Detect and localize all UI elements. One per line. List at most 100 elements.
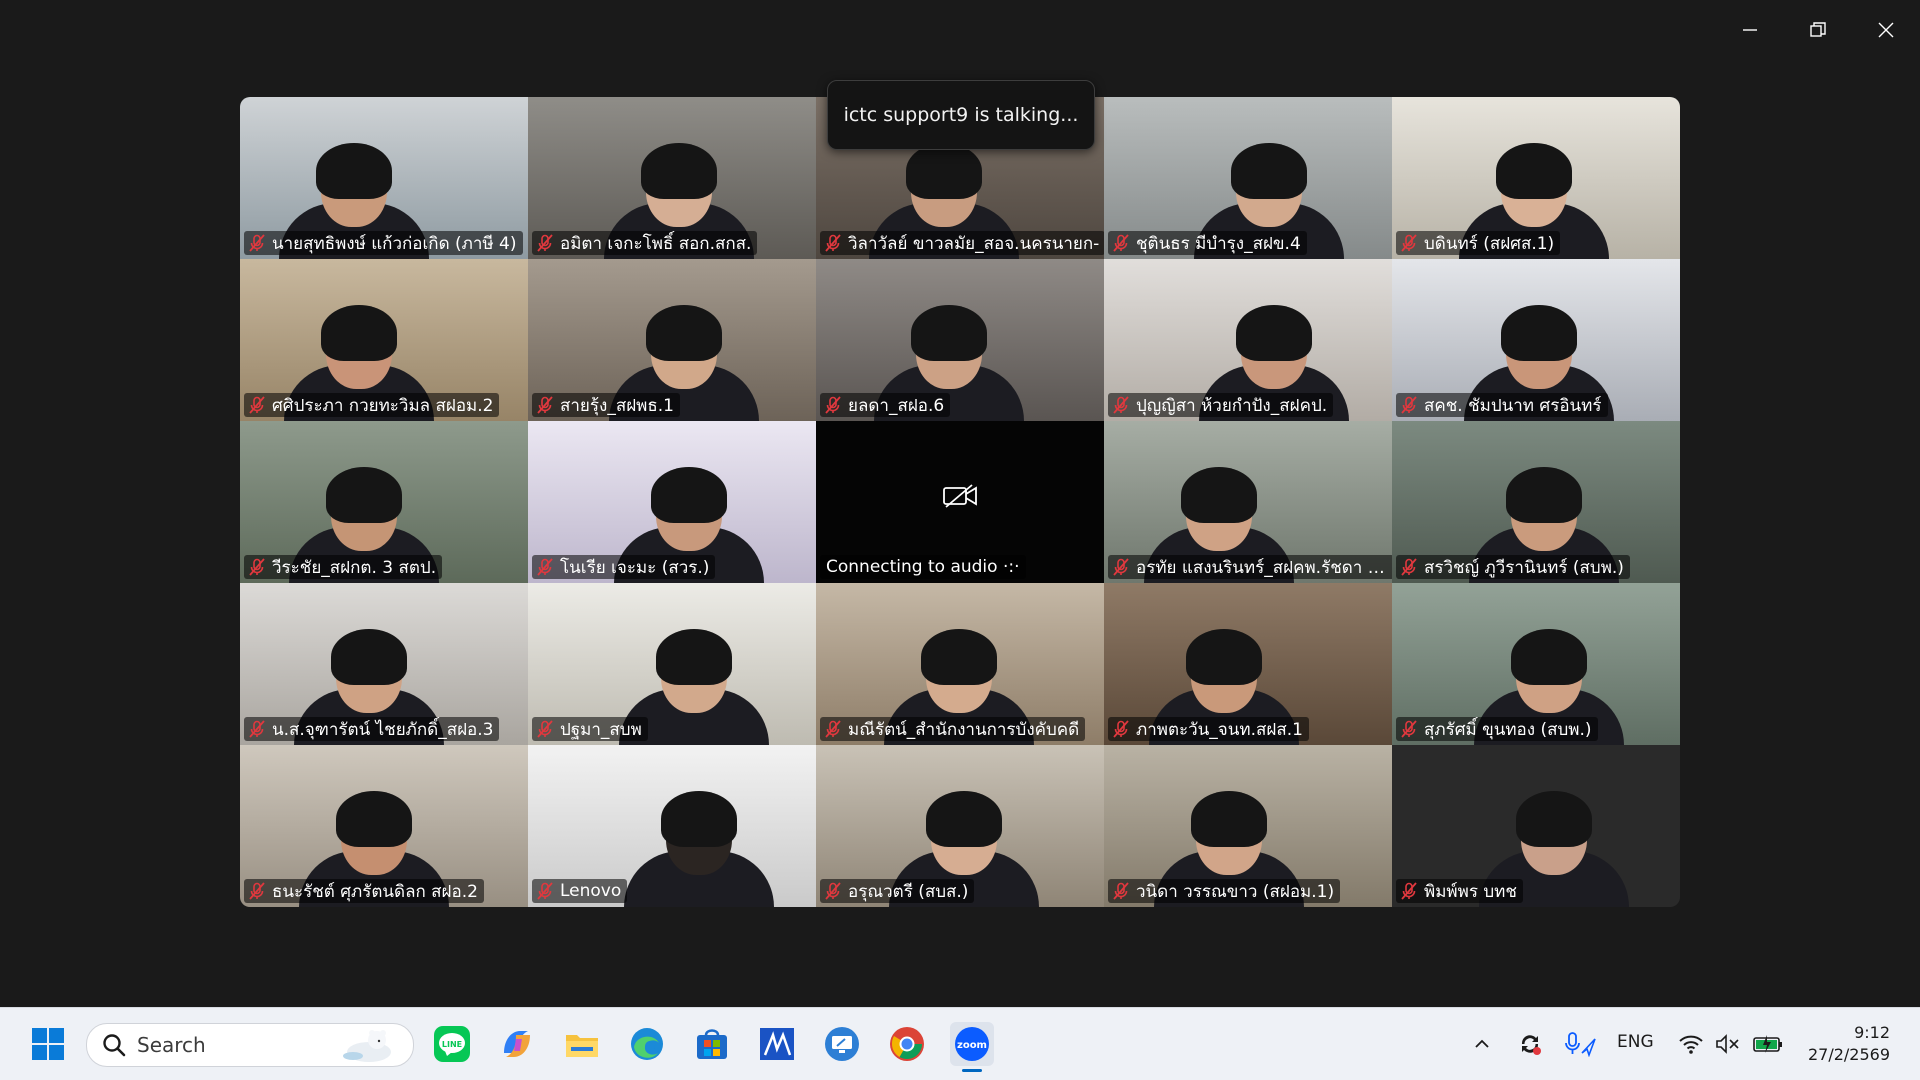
muted-mic-icon [249, 720, 265, 738]
participant-name-bar: ปุญญิสา ห้วยกำปัง_สฝคป. [1108, 393, 1334, 417]
muted-mic-icon [537, 558, 553, 576]
copilot-button[interactable] [495, 1022, 539, 1066]
participant-tile[interactable]: ยลดา_สฝอ.6 [816, 259, 1104, 421]
participant-name-bar: ชุตินธร มีบำรุง_สฝข.4 [1108, 231, 1307, 255]
loading-dots-icon: ·:· [1002, 557, 1020, 577]
participant-tile[interactable]: สรวิชญ์ ภูวีรานินทร์ (สบพ.) [1392, 421, 1680, 583]
muted-mic-icon [1401, 882, 1417, 900]
participant-name-bar: อรทัย แสงนรินทร์_สฝคพ.รัชดา (ส... [1108, 555, 1392, 579]
participant-tile[interactable]: อรทัย แสงนรินทร์_สฝคพ.รัชดา (ส... [1104, 421, 1392, 583]
chrome-button[interactable] [885, 1022, 929, 1066]
participant-name: Lenovo [560, 881, 622, 901]
participant-name-bar: วนิดา วรรณขาว (สฝอม.1) [1108, 879, 1341, 903]
remote-desktop-button[interactable] [820, 1022, 864, 1066]
muted-mic-icon [825, 234, 841, 252]
sync-tray-button[interactable] [1508, 1022, 1552, 1066]
participant-tile[interactable]: อรุณวตรี (สบส.) [816, 745, 1104, 907]
remote-desktop-icon [825, 1027, 859, 1061]
participant-name-bar: วีระชัย_สฝกต. 3 สตป. [244, 555, 443, 579]
microphone-location-tray-button[interactable] [1558, 1022, 1602, 1066]
chrome-icon [890, 1027, 924, 1061]
line-app-button[interactable]: LINE [430, 1022, 474, 1066]
chevron-up-icon [1475, 1039, 1489, 1048]
speaker-muted-icon [1716, 1034, 1739, 1054]
muted-mic-icon [1113, 558, 1129, 576]
zoom-button[interactable]: zoom [950, 1022, 994, 1072]
close-button[interactable] [1852, 0, 1920, 60]
participant-tile[interactable]: ชุตินธร มีบำรุง_สฝข.4 [1104, 97, 1392, 259]
participant-name: วนิดา วรรณขาว (สฝอม.1) [1136, 881, 1335, 902]
sign-app-button[interactable] [755, 1022, 799, 1066]
muted-mic-icon [1401, 234, 1417, 252]
participant-tile[interactable]: มณีรัตน์_สำนักงานการบังคับคดี [816, 583, 1104, 745]
participant-tile[interactable]: สคช. ชัมปนาท ศรอินทร์ [1392, 259, 1680, 421]
muted-mic-icon [1401, 720, 1417, 738]
edge-browser-button[interactable] [625, 1022, 669, 1066]
participant-name: อรทัย แสงนรินทร์_สฝคพ.รัชดา (ส... [1136, 557, 1388, 578]
search-box[interactable]: Search [86, 1023, 414, 1067]
participant-name: สรวิชญ์ ภูวีรานินทร์ (สบพ.) [1424, 557, 1624, 578]
participant-name: สายรุ้ง_สฝพธ.1 [560, 395, 674, 416]
participant-name: สคช. ชัมปนาท ศรอินทร์ [1424, 395, 1602, 416]
participant-name: บดินทร์ (สฝศส.1) [1424, 233, 1555, 254]
sync-icon [1521, 1035, 1541, 1055]
participant-video [624, 777, 774, 907]
participant-tile[interactable]: อมิตา เจกะโพธิ์ สอก.สกส. [528, 97, 816, 259]
start-button[interactable] [26, 1022, 70, 1066]
participant-tile[interactable]: ธนะรัชต์ ศุภรัตนดิลก สฝอ.2 [240, 745, 528, 907]
restore-button[interactable] [1784, 0, 1852, 60]
wifi-icon [1679, 1035, 1703, 1054]
participant-tile[interactable]: บดินทร์ (สฝศส.1) [1392, 97, 1680, 259]
talking-notification: ictc support9 is talking... [827, 80, 1095, 150]
participant-name-bar: อรุณวตรี (สบส.) [820, 879, 975, 903]
participant-tile[interactable]: Connecting to audio ·:· [816, 421, 1104, 583]
show-hidden-icons-button[interactable] [1460, 1022, 1504, 1066]
participant-name: ปุญญิสา ห้วยกำปัง_สฝคป. [1136, 395, 1328, 416]
muted-mic-icon [825, 720, 841, 738]
participant-tile[interactable]: สุภรัศมิ์ ขุนทอง (สบพ.) [1392, 583, 1680, 745]
muted-mic-icon [249, 558, 265, 576]
close-icon [1878, 22, 1894, 38]
participant-name-bar: ยลดา_สฝอ.6 [820, 393, 951, 417]
participant-name: ชุตินธร มีบำรุง_สฝข.4 [1136, 233, 1301, 254]
active-app-indicator [962, 1069, 982, 1072]
sign-app-icon [760, 1028, 794, 1060]
clock-time: 9:12 [1854, 1023, 1890, 1042]
video-grid: นายสุทธิพงษ์ แก้วก่อเกิด (ภาษี 4) อมิตา เ… [240, 97, 1680, 907]
participant-tile[interactable]: ภาพตะวัน_จนท.สฝส.1 [1104, 583, 1392, 745]
participant-name: Connecting to audio ·:· [820, 555, 1026, 579]
clock[interactable]: 9:12 27/2/2569 [1808, 1022, 1890, 1066]
file-explorer-button[interactable] [560, 1022, 604, 1066]
participant-tile[interactable]: ปุญญิสา ห้วยกำปัง_สฝคป. [1104, 259, 1392, 421]
participant-tile[interactable]: น.ส.จุฑารัตน์ ไชยภักดิ์_สฝอ.3 [240, 583, 528, 745]
participant-tile[interactable]: วีระชัย_สฝกต. 3 สตป. [240, 421, 528, 583]
participant-tile[interactable]: ปฐมา_สบพ [528, 583, 816, 745]
participant-tile[interactable]: นายสุทธิพงษ์ แก้วก่อเกิด (ภาษี 4) [240, 97, 528, 259]
participant-name: ปฐมา_สบพ [560, 719, 642, 740]
participant-name-bar: บดินทร์ (สฝศส.1) [1396, 231, 1561, 255]
battery-tray-button[interactable] [1746, 1022, 1790, 1066]
participant-tile[interactable]: Lenovo [528, 745, 816, 907]
muted-mic-icon [537, 882, 553, 900]
participant-name-bar: วิลาวัลย์ ขาวลมัย_สอจ.นครนายก- [820, 231, 1104, 255]
language-indicator[interactable]: ENG [1617, 1032, 1654, 1052]
search-label: Search [137, 1033, 206, 1057]
volume-tray-button[interactable] [1706, 1022, 1750, 1066]
participant-tile[interactable]: พิมพ์พร บทช [1392, 745, 1680, 907]
participant-name-bar: สุภรัศมิ์ ขุนทอง (สบพ.) [1396, 717, 1598, 741]
participant-name-bar: ภาพตะวัน_จนท.สฝส.1 [1108, 717, 1309, 741]
minimize-icon [1743, 29, 1757, 31]
muted-mic-icon [1113, 234, 1129, 252]
muted-mic-icon [1113, 396, 1129, 414]
muted-mic-icon [249, 396, 265, 414]
participant-name: นายสุทธิพงษ์ แก้วก่อเกิด (ภาษี 4) [272, 233, 517, 254]
muted-mic-icon [537, 396, 553, 414]
minimize-button[interactable] [1716, 0, 1784, 60]
microsoft-store-button[interactable] [690, 1022, 734, 1066]
participant-name-bar: สรวิชญ์ ภูวีรานินทร์ (สบพ.) [1396, 555, 1630, 579]
participant-tile[interactable]: สายรุ้ง_สฝพธ.1 [528, 259, 816, 421]
participant-tile[interactable]: โนเรีย เจะมะ (สวร.) [528, 421, 816, 583]
participant-name-bar: สายรุ้ง_สฝพธ.1 [532, 393, 680, 417]
participant-tile[interactable]: วนิดา วรรณขาว (สฝอม.1) [1104, 745, 1392, 907]
participant-tile[interactable]: ศศิประภา กวยทะวิมล สฝอม.2 [240, 259, 528, 421]
